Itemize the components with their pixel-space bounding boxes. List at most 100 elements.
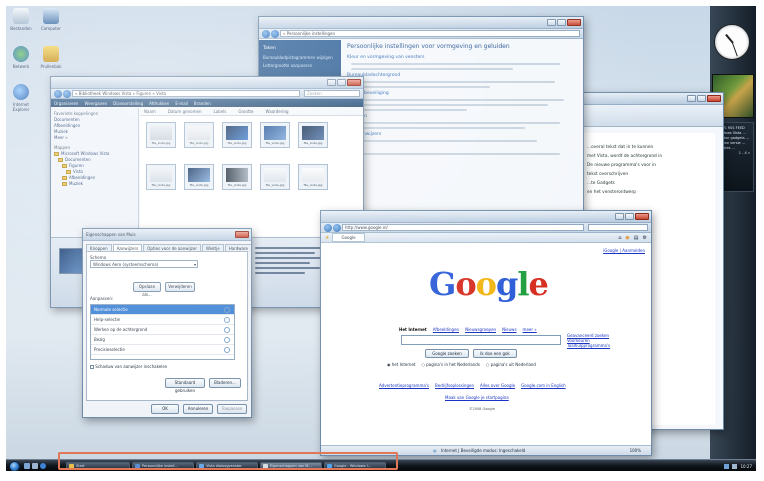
minimize-button[interactable] (327, 79, 336, 86)
delete-scheme-button[interactable]: Verwijderen (165, 282, 195, 292)
browser-tab[interactable]: Google (332, 233, 365, 242)
desktop-icon-network[interactable]: Netwerk (6, 46, 36, 69)
column-header[interactable]: Datum genomen (168, 108, 202, 115)
section-link[interactable]: Thema (347, 145, 579, 150)
file-thumbnail[interactable]: file_vista.jpg (260, 164, 290, 190)
control-panel-titlebar[interactable] (259, 17, 583, 29)
save-as-button[interactable]: Opslaan als... (133, 282, 161, 297)
footer-link[interactable]: Google.com in English (521, 383, 566, 388)
search-input[interactable] (588, 224, 648, 231)
cursor-list[interactable]: Normale selectie Help-selectie Werken op… (90, 304, 235, 360)
use-default-button[interactable]: Standaard gebruiken (165, 378, 205, 393)
language-tools-link[interactable]: Taalhulpprogramma's (567, 343, 610, 348)
desktop-icon-computer[interactable]: Computer (36, 8, 66, 31)
ok-button[interactable]: OK (151, 404, 179, 414)
footer-link[interactable]: Advertentieprogramma's (379, 383, 429, 388)
section-link[interactable]: Kleur en vormgeving van vensters (347, 55, 579, 60)
nav-more[interactable]: meer » (523, 327, 537, 332)
cancel-button[interactable]: Annuleren (183, 404, 213, 414)
close-button[interactable] (707, 95, 721, 102)
column-header[interactable]: Waardering (266, 108, 289, 115)
task-link[interactable]: Lettergrootte aanpassen (263, 63, 337, 68)
switch-windows-icon[interactable] (32, 463, 38, 469)
footer-link[interactable]: Alles over Google (480, 383, 515, 388)
taskbar-item[interactable]: Persoonlijke instell... (132, 462, 194, 470)
address-field[interactable]: « Persoonlijke instellingen (280, 30, 580, 37)
desktop-icon-files[interactable]: Bestanden (6, 8, 36, 31)
home-icon[interactable]: ⌂ (618, 235, 621, 241)
maximize-button[interactable] (557, 19, 566, 26)
back-icon[interactable] (262, 29, 270, 38)
column-header[interactable]: Labels (213, 108, 226, 115)
task-link[interactable]: Bureaubladpictogrammen wijzigen (263, 55, 337, 60)
maximize-button[interactable] (625, 213, 634, 220)
back-icon[interactable] (54, 89, 62, 98)
analog-clock-gadget[interactable] (714, 24, 750, 60)
column-header[interactable]: Naam (144, 108, 156, 115)
file-thumbnail[interactable]: file_vista.jpg (298, 164, 328, 190)
print-icon[interactable]: ▤ (634, 235, 639, 241)
taskbar-item[interactable]: Start (66, 462, 130, 470)
file-thumbnail[interactable]: file_vista.jpg (146, 164, 176, 190)
section-link[interactable]: Bureaubladachtergrond (347, 73, 579, 78)
section-link[interactable]: Muisaanwijzers (347, 132, 579, 137)
file-thumbnail[interactable]: file_vista.jpg (222, 164, 252, 190)
browse-button[interactable]: Bladeren... (209, 378, 241, 388)
shadow-checkbox[interactable]: Schaduw van aanwijzer inschakelen (90, 364, 167, 369)
volume-tray-icon[interactable] (732, 463, 738, 469)
maximize-button[interactable] (337, 79, 346, 86)
nav-groups[interactable]: Nieuwsgroepen (465, 327, 496, 332)
internet-explorer-window[interactable]: http://www.google.nl/ ★ Google ⌂ ◉ ▤ ⚙ i… (320, 210, 652, 456)
list-item[interactable]: Help-selectie (91, 315, 234, 325)
toolbar-email[interactable]: E-mail (175, 101, 188, 106)
radio-dutch-pages[interactable]: ○ pagina's in het Nederlands (421, 362, 479, 367)
taskbar-item[interactable]: Eigenschappen van M... (260, 462, 322, 470)
toolbar-print[interactable]: Afdrukken (149, 101, 169, 106)
forward-icon[interactable] (63, 89, 71, 98)
toolbar-slideshow[interactable]: Diavoorstelling (113, 101, 143, 106)
im-feeling-lucky-button[interactable]: Ik doe een gok (473, 349, 517, 358)
search-input[interactable]: Zoeken (304, 90, 360, 97)
file-thumbnail[interactable]: file_vista.jpg (146, 122, 176, 148)
forward-icon[interactable] (333, 223, 341, 232)
show-desktop-icon[interactable] (24, 463, 30, 469)
tree-item[interactable]: Muziek (54, 181, 135, 187)
back-icon[interactable] (324, 223, 332, 232)
google-search-input[interactable] (401, 335, 561, 345)
nav-news[interactable]: Nieuws (502, 327, 516, 332)
zoom-level[interactable]: 100% (630, 446, 641, 455)
network-tray-icon[interactable] (724, 463, 730, 469)
close-button[interactable] (347, 79, 361, 86)
desktop-icon-internet-explorer[interactable]: Internet Explorer (6, 84, 36, 112)
url-field[interactable]: http://www.google.nl/ (342, 224, 584, 231)
file-thumbnail[interactable]: file_vista.jpg (298, 122, 328, 148)
minimize-button[interactable] (615, 213, 624, 220)
list-item[interactable]: Werken op de achtergrond (91, 325, 234, 335)
list-item[interactable]: Bezig (91, 335, 234, 345)
explorer-titlebar[interactable] (51, 77, 363, 89)
file-thumbnail[interactable]: file_vista.jpg (260, 122, 290, 148)
taskbar-item[interactable]: Vista dialoogvenster (196, 462, 258, 470)
file-thumbnail[interactable]: file_vista.jpg (222, 122, 252, 148)
toolbar-organize[interactable]: Organiseren (54, 101, 78, 106)
section-link[interactable]: Schermbeveiliging (347, 91, 579, 96)
radio-netherlands-pages[interactable]: ○ pagina's uit Nederland (486, 362, 536, 367)
close-button[interactable] (567, 19, 581, 26)
nav-link-more[interactable]: Meer » (54, 135, 135, 141)
desktop-icon-recycle-bin[interactable]: Prullenbak (36, 46, 66, 69)
mouse-properties-dialog[interactable]: Eigenschappen van Muis Knoppen Aanwijzer… (82, 228, 252, 418)
tools-icon[interactable]: ⚙ (643, 235, 647, 241)
make-homepage-link[interactable]: Maak van Google je startpagina (445, 395, 509, 400)
section-link[interactable]: Geluiden (347, 114, 579, 119)
word-titlebar[interactable] (573, 93, 723, 105)
close-button[interactable] (635, 213, 649, 220)
dialog-titlebar[interactable]: Eigenschappen van Muis (83, 229, 251, 241)
minimize-button[interactable] (687, 95, 696, 102)
list-item[interactable]: Precisieselectie (91, 345, 234, 355)
google-search-button[interactable]: Google zoeken (425, 349, 469, 358)
top-right-links[interactable]: iGoogle | Aanmelden (603, 248, 645, 253)
toolbar-burn[interactable]: Branden (194, 101, 211, 106)
close-button[interactable] (235, 231, 249, 238)
file-thumbnail[interactable]: file_vista.jpg (184, 122, 214, 148)
feed-icon[interactable]: ◉ (625, 235, 629, 241)
